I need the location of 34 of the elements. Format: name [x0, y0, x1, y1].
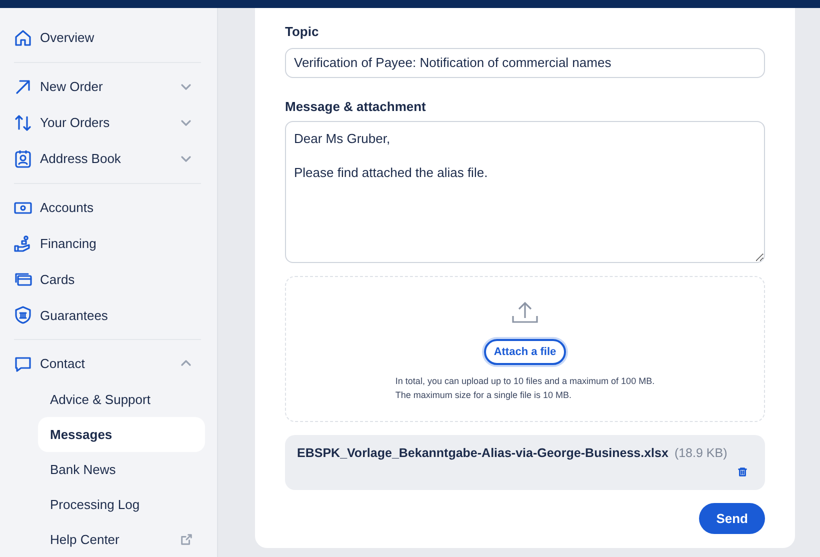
- sidebar-item[interactable]: Accounts: [10, 190, 205, 226]
- sidebar-item[interactable]: New Order: [10, 68, 205, 105]
- file-name: EBSPK_Vorlage_Bekanntgabe-Alias-via-George-Business.xlsx: [297, 445, 668, 462]
- upload-hint-text: The maximum size for a single file is 10 MB.: [395, 389, 572, 402]
- file-size: (18.9 KB): [674, 445, 728, 462]
- sidebar-item[interactable]: Guarantees: [10, 297, 205, 334]
- upload-hint-text: In total, you can upload up to 10 files and a maximum of 100 MB.: [395, 375, 655, 388]
- upload-icon: [511, 301, 539, 325]
- sidebar-item[interactable]: Your Orders: [10, 104, 205, 141]
- sidebar-subitem[interactable]: Messages: [38, 417, 205, 452]
- field-label: Message & attachment: [285, 98, 426, 116]
- attach-file-button[interactable]: Attach a file: [484, 339, 566, 365]
- arrows-up-down-icon: [13, 112, 33, 133]
- sidebar-subitem[interactable]: Advice & Support: [38, 382, 205, 418]
- delete-button[interactable]: [737, 466, 748, 478]
- shield-icon: [13, 305, 33, 326]
- sidebar-subitem[interactable]: Processing Log: [38, 487, 205, 522]
- hand-coin-icon: [13, 234, 33, 254]
- sidebar-item[interactable]: Financing: [10, 226, 205, 262]
- sidebar-item[interactable]: Contact: [10, 346, 205, 382]
- sidebar-item[interactable]: Cards: [10, 261, 205, 298]
- sidebar-subitem[interactable]: Help Center: [50, 530, 180, 550]
- field-label: Topic: [285, 23, 320, 41]
- sidebar-item[interactable]: Overview: [10, 20, 205, 56]
- message-text-area[interactable]: Dear Ms Gruber, Please find attached the alias file.: [285, 121, 765, 263]
- topic-input-field[interactable]: Verification of Payee: Notification of commercial names: [285, 48, 765, 78]
- chat-bubble-icon: [13, 354, 33, 374]
- send-button[interactable]: Send: [699, 503, 765, 534]
- upload-drop-zone[interactable]: Attach a file In total, you can upload up to 10 files and a maximum of 100 MB. The maximum size for a single file is 10 MB.: [285, 276, 765, 422]
- sidebar-subitem[interactable]: Bank News: [38, 452, 205, 488]
- sidebar-item[interactable]: Address Book: [10, 140, 205, 177]
- contact-card-icon: [13, 148, 33, 169]
- home-icon: [13, 28, 33, 48]
- trash-icon: [737, 466, 748, 478]
